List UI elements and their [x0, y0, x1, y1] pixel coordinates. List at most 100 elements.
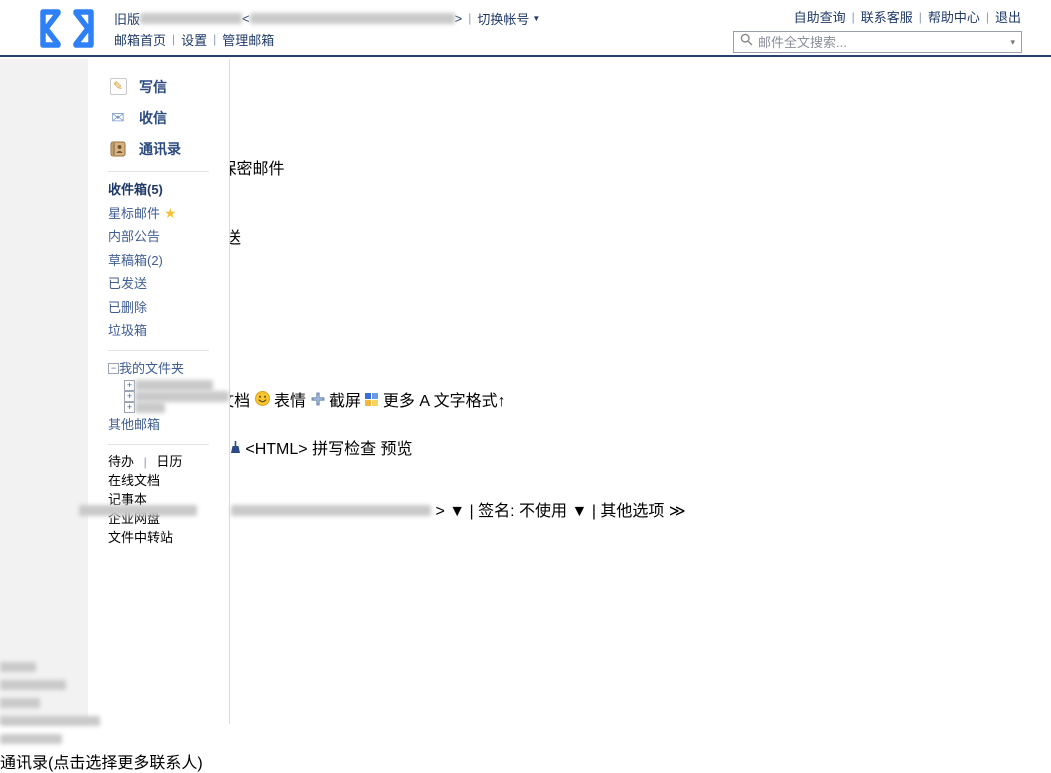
- sidebar-item-todo[interactable]: 待办: [108, 454, 134, 469]
- switch-account-link[interactable]: 切换帐号: [477, 9, 529, 28]
- redacted-sender-email: [231, 505, 431, 516]
- my-folder-item[interactable]: +: [124, 402, 229, 413]
- separator: |: [144, 455, 147, 469]
- sidebar-item-label: 通讯录: [139, 139, 181, 159]
- sidebar: ✎ 写信 ✉ 收信 通讯录 收件箱(5) 星标邮件★ 内部公告 草稿箱(2) 已…: [88, 59, 230, 724]
- app-header: 旧版 < > | 切换帐号 ▼ 邮箱首页 | 设置 | 管理邮箱 自助查询 | …: [0, 0, 1051, 57]
- other-options-toggle[interactable]: 其他选项: [600, 503, 664, 520]
- expand-box-icon[interactable]: +: [124, 380, 135, 391]
- more-grid-icon: [365, 393, 378, 406]
- insert-emoji-button[interactable]: 表情: [255, 393, 311, 410]
- my-folders-root[interactable]: − 我的文件夹: [108, 357, 229, 381]
- redacted-folder-name: [135, 380, 213, 391]
- my-folder-item[interactable]: +: [124, 380, 229, 391]
- search-icon: [740, 33, 753, 51]
- screenshot-icon: [311, 392, 325, 406]
- account-line: 旧版 < > | 切换帐号 ▼: [114, 9, 540, 27]
- separator: |: [470, 503, 474, 520]
- redacted-contact-name: [0, 698, 40, 708]
- broom-icon: [230, 441, 241, 454]
- redacted-folder-name: [135, 402, 165, 413]
- sidebar-item-compose[interactable]: ✎ 写信: [108, 71, 229, 102]
- redacted-contact-name: [0, 680, 66, 690]
- divider: [108, 171, 209, 172]
- sender-dropdown-icon[interactable]: ▼: [449, 503, 465, 520]
- open-address-book-link[interactable]: 通讯录: [0, 755, 48, 772]
- other-mailbox-item[interactable]: 其他邮箱: [108, 413, 229, 437]
- search-scope-dropdown-icon[interactable]: ▾: [1010, 37, 1015, 48]
- page-body: ✎ 写信 ✉ 收信 通讯录 收件箱(5) 星标邮件★ 内部公告 草稿箱(2) 已…: [0, 59, 1051, 724]
- format-A-icon: A: [419, 393, 429, 410]
- sidebar-item-label: 收信: [139, 108, 167, 128]
- tree-label: 我的文件夹: [119, 357, 184, 381]
- mail-search-box[interactable]: ▾: [733, 31, 1022, 53]
- sidebar-folder-deleted[interactable]: 已删除: [108, 296, 229, 320]
- star-icon: ★: [164, 205, 177, 221]
- sidebar-item-contacts[interactable]: 通讯录: [108, 133, 229, 164]
- settings-link[interactable]: 设置: [181, 30, 207, 49]
- sidebar-item-receive[interactable]: ✉ 收信: [108, 102, 229, 133]
- separator: |: [213, 32, 216, 46]
- sidebar-folder-starred[interactable]: 星标邮件★: [108, 202, 229, 226]
- compose-pencil-icon: ✎: [108, 78, 128, 95]
- expand-box-icon[interactable]: +: [124, 391, 135, 402]
- smiley-icon: [255, 391, 270, 406]
- separator: |: [592, 503, 596, 520]
- more-label: 更多: [383, 393, 415, 410]
- tree-label: 其他邮箱: [108, 413, 160, 437]
- account-nav: 邮箱首页 | 设置 | 管理邮箱: [114, 30, 540, 48]
- account-info: 旧版 < > | 切换帐号 ▼ 邮箱首页 | 设置 | 管理邮箱: [114, 9, 540, 48]
- divider: [108, 444, 209, 445]
- html-mode-button[interactable]: <HTML>: [245, 441, 307, 458]
- expand-box-icon[interactable]: +: [124, 402, 135, 413]
- help-center-link[interactable]: 帮助中心: [928, 7, 980, 26]
- more-tools-button[interactable]: 更多: [365, 393, 419, 410]
- account-prefix: 旧版: [114, 9, 140, 28]
- preview-button[interactable]: 预览: [381, 441, 413, 458]
- text-format-toggle[interactable]: A 文字格式↑: [419, 393, 505, 410]
- my-folders-tree: − 我的文件夹 + + + 其他邮箱: [108, 357, 229, 437]
- redacted-contact-name: [0, 716, 100, 726]
- redacted-folder-name: [135, 391, 229, 402]
- contacts-footer: 通讯录(点击选择更多联系人): [0, 749, 1051, 773]
- receive-mail-icon: ✉: [108, 108, 128, 128]
- angle-close: >: [455, 11, 463, 26]
- exmail-logo-icon: [34, 6, 100, 56]
- separator: |: [172, 32, 175, 46]
- sidebar-folder-announcements[interactable]: 内部公告: [108, 225, 229, 249]
- separator: |: [919, 10, 922, 24]
- chevrons-down-icon[interactable]: ≫: [669, 503, 686, 520]
- signature-dropdown-icon[interactable]: ▼: [572, 503, 588, 520]
- sidebar-folder-sent[interactable]: 已发送: [108, 272, 229, 296]
- self-service-link[interactable]: 自助查询: [794, 7, 846, 26]
- manage-mailbox-link[interactable]: 管理邮箱: [222, 30, 274, 49]
- redacted-account-email: [250, 13, 455, 24]
- redacted-account-name: [140, 13, 242, 24]
- sidebar-item-online-docs[interactable]: 在线文档: [108, 473, 160, 488]
- clear-format-button[interactable]: [230, 441, 245, 458]
- logout-link[interactable]: 退出: [995, 7, 1021, 26]
- signature-selector[interactable]: 签名: 不使用: [478, 503, 567, 520]
- spell-check-button[interactable]: 拼写检查: [312, 441, 376, 458]
- sidebar-item-calendar[interactable]: 日历: [156, 454, 182, 469]
- sidebar-folder-drafts[interactable]: 草稿箱(2): [108, 249, 229, 273]
- separator: |: [986, 10, 989, 24]
- folder-list: 收件箱(5) 星标邮件★ 内部公告 草稿箱(2) 已发送 已删除 垃圾箱: [108, 178, 229, 343]
- redacted-contact-name: [0, 662, 36, 672]
- sidebar-item-label: 写信: [139, 77, 167, 97]
- search-input[interactable]: [758, 35, 1010, 50]
- contacts-book-icon: [108, 141, 128, 157]
- chevron-down-icon[interactable]: ▼: [532, 14, 540, 23]
- screenshot-button[interactable]: 截屏: [311, 393, 366, 410]
- contact-support-link[interactable]: 联系客服: [861, 7, 913, 26]
- sidebar-folder-inbox[interactable]: 收件箱(5): [108, 178, 229, 202]
- separator: |: [468, 11, 471, 25]
- divider: [108, 350, 209, 351]
- left-gutter: [0, 59, 88, 724]
- mailbox-home-link[interactable]: 邮箱首页: [114, 30, 166, 49]
- contact-item[interactable]: [0, 731, 1051, 749]
- my-folder-item[interactable]: +: [124, 391, 229, 402]
- sidebar-item-file-transfer[interactable]: 文件中转站: [108, 530, 173, 545]
- sidebar-folder-junk[interactable]: 垃圾箱: [108, 319, 229, 343]
- collapse-box-icon[interactable]: −: [108, 363, 119, 374]
